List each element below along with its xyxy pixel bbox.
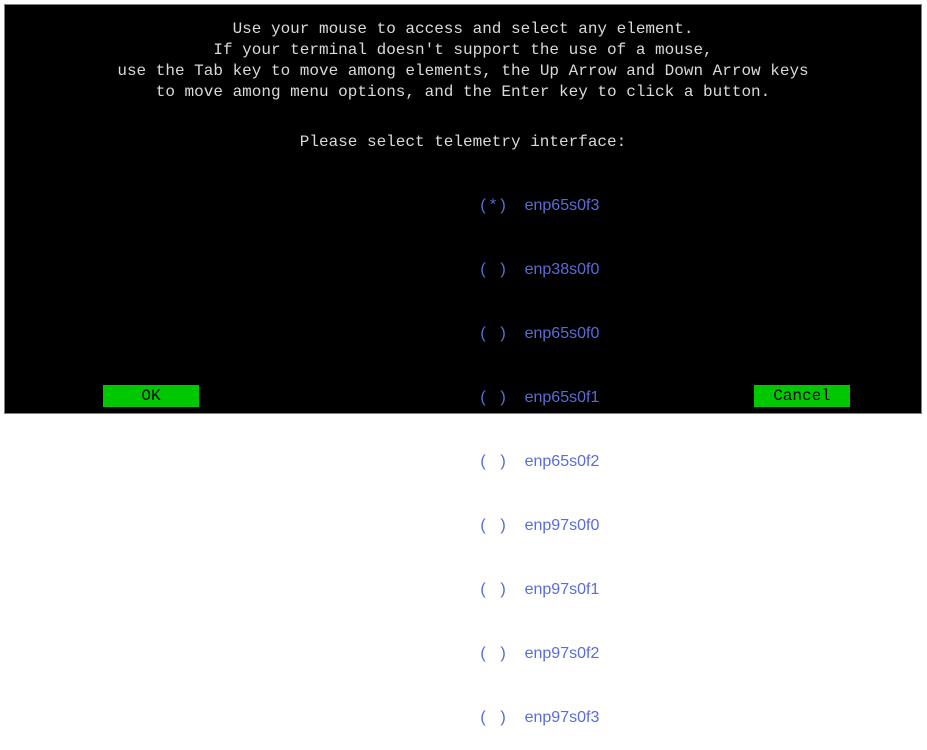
instruction-line: If your terminal doesn't support the use…: [213, 41, 713, 59]
interface-label: enp97s0f0: [524, 517, 600, 534]
interface-label: enp65s0f0: [524, 325, 600, 342]
instruction-line: to move among menu options, and the Ente…: [155, 83, 771, 101]
cancel-button[interactable]: Cancel: [754, 385, 850, 407]
interface-label: enp65s0f1: [524, 389, 600, 406]
radio-indicator[interactable]: ( ): [479, 260, 515, 281]
interface-radio-list: (*) enp65s0f3 ( ) enp38s0f0 ( ) enp65s0f0 (…: [421, 174, 600, 750]
radio-indicator[interactable]: ( ): [479, 516, 515, 537]
interface-option[interactable]: ( ) enp97s0f1: [421, 558, 600, 622]
instruction-line: Use your mouse to access and select any …: [232, 20, 694, 38]
radio-indicator[interactable]: ( ): [479, 324, 515, 345]
instruction-line: use the Tab key to move among elements, …: [117, 62, 809, 80]
radio-indicator[interactable]: ( ): [479, 452, 515, 473]
interface-option[interactable]: ( ) enp65s0f0: [421, 302, 600, 366]
interface-option[interactable]: ( ) enp38s0f0: [421, 238, 600, 302]
interface-label: enp65s0f3: [524, 197, 600, 214]
interface-option[interactable]: ( ) enp97s0f0: [421, 494, 600, 558]
interface-option[interactable]: ( ) enp97s0f3: [421, 686, 600, 750]
interface-label: enp97s0f2: [524, 645, 600, 662]
interface-label: enp38s0f0: [524, 261, 600, 278]
radio-indicator[interactable]: ( ): [479, 708, 515, 729]
interface-option[interactable]: (*) enp65s0f3: [421, 174, 600, 238]
ok-button[interactable]: OK: [103, 385, 199, 407]
interface-option[interactable]: ( ) enp97s0f2: [421, 622, 600, 686]
interface-label: enp97s0f1: [524, 581, 600, 598]
radio-indicator[interactable]: ( ): [479, 580, 515, 601]
instructions-text: Use your mouse to access and select any …: [5, 19, 921, 103]
terminal-window: Use your mouse to access and select any …: [4, 4, 922, 727]
interface-option[interactable]: ( ) enp65s0f2: [421, 430, 600, 494]
radio-indicator[interactable]: (*): [479, 196, 515, 217]
radio-indicator[interactable]: ( ): [479, 388, 515, 409]
prompt-heading: Please select telemetry interface:: [299, 133, 627, 151]
interface-label: enp65s0f2: [524, 453, 600, 470]
radio-indicator[interactable]: ( ): [479, 644, 515, 665]
interface-label: enp97s0f3: [524, 709, 600, 726]
interface-option[interactable]: ( ) enp65s0f1: [421, 366, 600, 430]
